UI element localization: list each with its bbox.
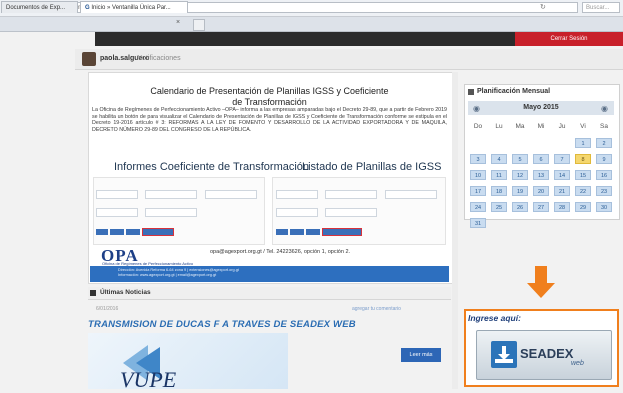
arrow-down-head-icon: [527, 283, 555, 298]
news-title[interactable]: TRANSMISION DE DUCAS F A TRAVES DE SEADE…: [88, 319, 356, 330]
calendar-day[interactable]: 2: [596, 138, 612, 148]
avatar[interactable]: [82, 52, 96, 66]
news-header-title: Últimas Noticias: [100, 289, 151, 296]
form-button[interactable]: [126, 229, 140, 235]
news-image-graphic: [123, 345, 160, 381]
form-button[interactable]: [276, 229, 288, 235]
form-field[interactable]: [325, 208, 377, 217]
news-icon: [90, 290, 96, 296]
seadex-prompt: Ingrese aquí:: [468, 313, 521, 323]
calendar-title: Planificación Mensual: [477, 88, 551, 95]
form-field[interactable]: [205, 190, 257, 199]
form-field[interactable]: [145, 208, 197, 217]
download-arrow-icon: [495, 346, 513, 363]
calendar-day[interactable]: 23: [596, 186, 612, 196]
logout-button[interactable]: Cerrar Sesión: [515, 32, 623, 46]
news-image[interactable]: VUPE: [88, 333, 288, 392]
read-more-button[interactable]: Leer más: [401, 348, 441, 362]
calendar-day[interactable]: 11: [491, 170, 507, 180]
calendar-day[interactable]: 27: [533, 202, 549, 212]
calendar-weekday: Mi: [537, 123, 545, 130]
form-field[interactable]: [145, 190, 197, 199]
calendar-day[interactable]: 9: [596, 154, 612, 164]
calendar-day[interactable]: 3: [470, 154, 486, 164]
calendar-icon: [468, 89, 474, 95]
announcement-paragraph: La Oficina de Regímenes de Perfeccionami…: [92, 107, 447, 133]
calendar-day[interactable]: 21: [554, 186, 570, 196]
vupe-logo: VUPE: [120, 367, 177, 392]
tab-close-icon[interactable]: ×: [176, 19, 180, 26]
form-field[interactable]: [276, 208, 318, 217]
calendar-day[interactable]: 22: [575, 186, 591, 196]
form-field[interactable]: [96, 190, 138, 199]
form-button[interactable]: [306, 229, 320, 235]
calendar-day[interactable]: 24: [470, 202, 486, 212]
calendar-day[interactable]: 10: [470, 170, 486, 180]
form-button[interactable]: [110, 229, 124, 235]
form-button[interactable]: [96, 229, 108, 235]
form-field[interactable]: [325, 190, 377, 199]
calendar-day[interactable]: 17: [470, 186, 486, 196]
calendar-day[interactable]: 30: [596, 202, 612, 212]
calendar-day[interactable]: 26: [512, 202, 528, 212]
calendar-day[interactable]: 14: [554, 170, 570, 180]
calendar-day[interactable]: 8: [575, 154, 591, 164]
contact-band-text: Dirección: Avenida Reforma 6-64 zona 9 |…: [118, 268, 239, 277]
seadex-web-label: web: [571, 360, 584, 367]
new-tab-button[interactable]: [193, 19, 205, 31]
browser-search-field[interactable]: Buscar...: [582, 2, 620, 13]
download-icon: [491, 341, 517, 368]
tab-documentos[interactable]: Documentos de Exp...: [1, 1, 78, 13]
calendar-month: Mayo 2015: [523, 104, 559, 111]
calendar-day[interactable]: 20: [533, 186, 549, 196]
calendar-day[interactable]: 31: [470, 218, 486, 228]
tab-bar: [0, 17, 623, 32]
announcement-title: Calendario de Presentación de Planillas …: [150, 86, 389, 107]
calendar-day[interactable]: 15: [575, 170, 591, 180]
calendar-day[interactable]: 12: [512, 170, 528, 180]
calendar-day[interactable]: 19: [512, 186, 528, 196]
calendar-day[interactable]: 6: [533, 154, 549, 164]
arrow-down-icon: [535, 266, 547, 283]
planillas-heading: Listado de Planillas de IGSS: [302, 161, 442, 173]
notifications-link[interactable]: Notificaciones: [137, 55, 181, 62]
calendar-day[interactable]: 1: [575, 138, 591, 148]
tab-inicio-ventanilla[interactable]: G Inicio » Ventanilla Única Par...: [80, 1, 188, 13]
calendar-weekday: Lu: [495, 123, 503, 130]
calendar-day[interactable]: 16: [596, 170, 612, 180]
refresh-icon[interactable]: ↻: [540, 3, 546, 11]
form-button[interactable]: [290, 229, 304, 235]
calendar-weekday: Ju: [558, 123, 566, 130]
news-date: 6/01/2016: [96, 306, 119, 312]
seadex-label: SEADEX: [520, 346, 574, 361]
form-button-highlighted[interactable]: [142, 228, 174, 236]
calendar-day[interactable]: 29: [575, 202, 591, 212]
calendar-day[interactable]: 5: [512, 154, 528, 164]
calendar-day[interactable]: 18: [491, 186, 507, 196]
form-button-highlighted[interactable]: [322, 228, 362, 236]
form-field[interactable]: [276, 190, 318, 199]
opa-contact: opa@agexport.org.gt / Tel. 24223626, opc…: [210, 249, 351, 255]
calendar-day[interactable]: 4: [491, 154, 507, 164]
calendar-weekday: Ma: [515, 123, 525, 130]
form-field[interactable]: [96, 208, 138, 217]
calendar-weekday: Vi: [580, 123, 586, 130]
calendar-day[interactable]: 25: [491, 202, 507, 212]
calendar-weekday: Sa: [600, 123, 608, 130]
column-gutter: [452, 72, 458, 389]
coeficiente-heading: Informes Coeficiente de Transformación: [114, 161, 310, 173]
calendar-day[interactable]: 7: [554, 154, 570, 164]
calendar-weekday: Do: [473, 123, 483, 130]
calendar-day[interactable]: 28: [554, 202, 570, 212]
calendar-day[interactable]: 13: [533, 170, 549, 180]
form-field[interactable]: [385, 190, 437, 199]
news-comment-link[interactable]: agregar tu comentario: [352, 306, 401, 312]
